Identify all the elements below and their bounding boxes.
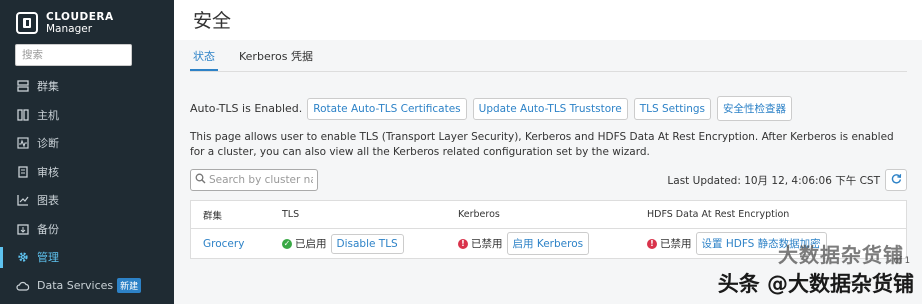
sidebar-nav: 群集 主机 诊断 审核 图表 备份 管理 Data Services 新建 xyxy=(0,72,174,300)
sidebar-item-clusters[interactable]: 群集 xyxy=(0,72,174,101)
sidebar-item-hosts[interactable]: 主机 xyxy=(0,101,174,130)
sidebar: CLOUDERA Manager 群集 主机 诊断 审核 图表 备份 xyxy=(0,0,174,304)
enable-kerberos-button[interactable]: 启用 Kerberos xyxy=(506,232,590,255)
brand-name: CLOUDERA xyxy=(46,11,114,23)
product-name: Manager xyxy=(46,23,93,35)
cluster-filter xyxy=(190,169,318,191)
cloudera-logo-icon xyxy=(16,12,38,34)
refresh-button[interactable] xyxy=(885,169,907,191)
sidebar-item-label: 审核 xyxy=(37,165,59,179)
sidebar-item-audits[interactable]: 审核 xyxy=(0,158,174,187)
table-row: Grocery ✓ 已启用 Disable TLS ! 已禁用 启用 Kerbe… xyxy=(191,229,906,258)
cluster-search-input[interactable] xyxy=(209,174,313,186)
search-icon xyxy=(195,173,206,187)
auto-tls-row: Auto-TLS is Enabled. Rotate Auto-TLS Cer… xyxy=(190,96,907,121)
error-circle-icon: ! xyxy=(458,238,468,249)
hdfs-encryption-status: 已禁用 xyxy=(660,238,692,250)
logo[interactable]: CLOUDERA Manager xyxy=(0,0,174,38)
setup-hdfs-encryption-button[interactable]: 设置 HDFS 静态数据加密 xyxy=(695,232,827,255)
tab-kerberos-credentials[interactable]: Kerberos 凭据 xyxy=(236,40,316,71)
tls-cell: ✓ 已启用 Disable TLS xyxy=(270,233,446,254)
sidebar-item-label: 备份 xyxy=(37,222,59,236)
tab-bar: 状态 Kerberos 凭据 xyxy=(190,40,907,72)
table-header: 群集 TLS Kerberos HDFS Data At Rest Encryp… xyxy=(191,201,906,229)
filter-row: Last Updated: 10月 12, 4:06:06 下午 CST xyxy=(190,169,907,191)
cloud-icon xyxy=(16,279,30,293)
sidebar-item-label: 管理 xyxy=(37,251,59,265)
hosts-icon xyxy=(16,108,30,122)
refresh-icon xyxy=(891,173,902,187)
sidebar-item-label: 群集 xyxy=(37,80,59,94)
sidebar-item-charts[interactable]: 图表 xyxy=(0,186,174,215)
error-circle-icon: ! xyxy=(647,238,657,249)
kerberos-status: 已禁用 xyxy=(471,238,503,250)
pagination-text: of 1 xyxy=(893,256,910,266)
gear-icon xyxy=(16,250,30,264)
title-bar: 安全 xyxy=(174,0,922,40)
sidebar-item-label: 诊断 xyxy=(37,137,59,151)
audit-icon xyxy=(16,165,30,179)
sidebar-item-administration[interactable]: 管理 xyxy=(0,243,174,272)
column-header-cluster: 群集 xyxy=(203,210,223,222)
cluster-link[interactable]: Grocery xyxy=(191,238,270,250)
sidebar-item-label: 图表 xyxy=(37,194,59,208)
tab-status[interactable]: 状态 xyxy=(190,40,218,71)
last-updated-text: Last Updated: 10月 12, 4:06:06 下午 CST xyxy=(667,174,880,187)
page-title: 安全 xyxy=(193,10,232,32)
rotate-auto-tls-certificates-button[interactable]: Rotate Auto-TLS Certificates xyxy=(307,97,467,120)
sidebar-item-data-services[interactable]: Data Services 新建 xyxy=(0,272,174,301)
sidebar-item-label: 主机 xyxy=(37,108,59,122)
hdfs-encryption-cell: ! 已禁用 设置 HDFS 静态数据加密 xyxy=(635,232,906,255)
tls-settings-button[interactable]: TLS Settings xyxy=(633,97,712,120)
tls-status: 已启用 xyxy=(295,238,327,250)
clusters-icon xyxy=(16,79,30,93)
diagnostics-icon xyxy=(16,136,30,150)
check-circle-icon: ✓ xyxy=(282,238,292,249)
security-inspector-button[interactable]: 安全性检查器 xyxy=(717,96,793,121)
kerberos-cell: ! 已禁用 启用 Kerberos xyxy=(446,232,635,255)
backup-icon xyxy=(16,222,30,236)
disable-tls-button[interactable]: Disable TLS xyxy=(330,233,404,254)
sidebar-item-backup[interactable]: 备份 xyxy=(0,215,174,244)
sidebar-item-diagnostics[interactable]: 诊断 xyxy=(0,129,174,158)
update-auto-tls-truststore-button[interactable]: Update Auto-TLS Truststore xyxy=(472,97,628,120)
auto-tls-status: Auto-TLS is Enabled. xyxy=(190,102,303,115)
security-description: This page allows user to enable TLS (Tra… xyxy=(190,131,894,158)
main-content: 安全 状态 Kerberos 凭据 Auto-TLS is Enabled. R… xyxy=(174,0,922,304)
column-header-kerberos: Kerberos xyxy=(458,209,500,220)
chart-icon xyxy=(16,193,30,207)
column-header-hdfs-encryption: HDFS Data At Rest Encryption xyxy=(647,209,790,220)
column-header-tls: TLS xyxy=(282,209,300,220)
security-status-table: 群集 TLS Kerberos HDFS Data At Rest Encryp… xyxy=(190,200,907,259)
new-badge: 新建 xyxy=(117,278,142,294)
sidebar-search-input[interactable] xyxy=(15,44,132,66)
sidebar-item-label: Data Services xyxy=(37,279,114,293)
